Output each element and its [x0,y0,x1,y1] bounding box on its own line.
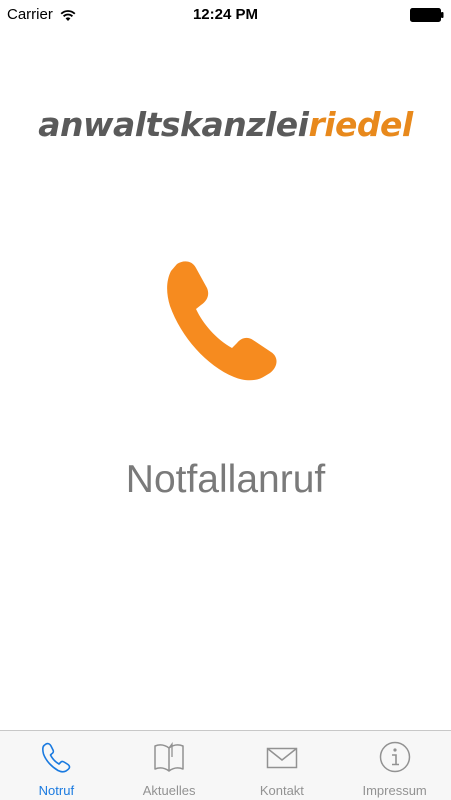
tab-label-notruf: Notruf [38,783,75,798]
status-bar: Carrier 12:24 PM [0,0,451,30]
book-icon [154,742,184,772]
status-time: 12:24 PM [192,6,259,23]
phone-icon [42,742,71,773]
tab-bar: Notruf Aktuelles Kontakt Impressum [0,730,451,800]
battery-icon [410,8,444,22]
tab-label-aktuelles: Aktuelles [142,783,196,798]
logo-text-part1: anwaltskanzlei [38,105,309,144]
info-icon [379,741,410,773]
app-screen: Carrier 12:24 PM anwaltskanzleiriedel No… [0,0,451,800]
logo: anwaltskanzleiriedel [0,105,451,144]
emergency-call-label: Notfallanruf [125,458,326,501]
phone-icon [167,261,277,381]
emergency-call-button[interactable] [150,248,300,398]
tab-label-impressum: Impressum [362,783,427,798]
tab-impressum[interactable]: Impressum [338,731,451,800]
tab-aktuelles[interactable]: Aktuelles [113,731,226,800]
envelope-icon [266,747,298,769]
tab-kontakt[interactable]: Kontakt [226,731,339,800]
tab-label-kontakt: Kontakt [259,783,304,798]
tab-notruf[interactable]: Notruf [0,731,113,800]
logo-text-part2: riedel [308,105,413,144]
